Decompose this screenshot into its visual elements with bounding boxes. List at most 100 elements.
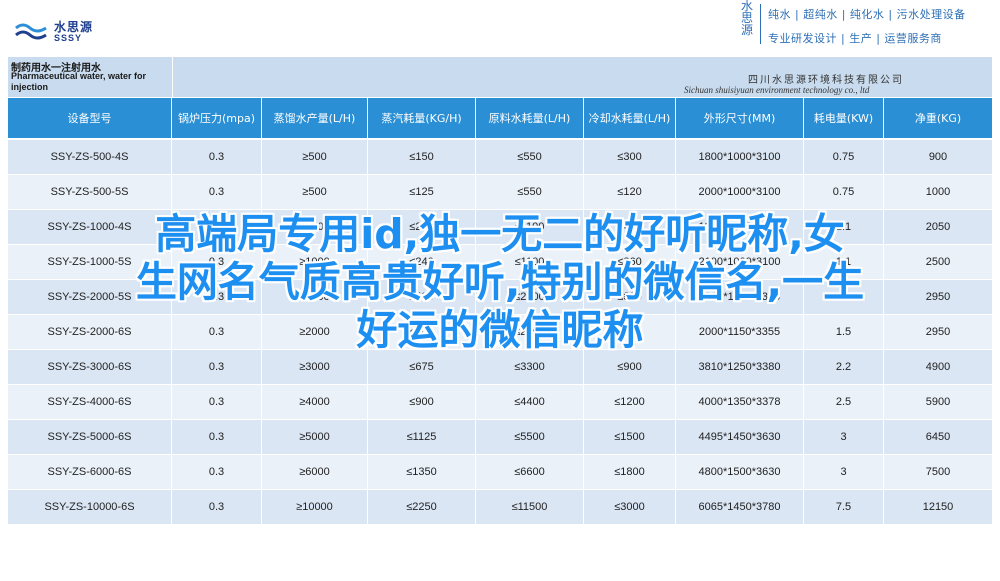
table-cell: 0.3 [172, 455, 262, 489]
table-cell: ≤3000 [584, 490, 676, 524]
table-cell: 0.75 [804, 175, 884, 209]
table-row: SSY-ZS-2000-6S 0.3 ≥2000 ≤400 ≤2200 ≤600 2000*… [8, 315, 992, 350]
table-body: SSY-ZS-500-4S 0.3 ≥500 ≤150 ≤550 ≤300 1800*100… [8, 140, 992, 525]
table-cell: ≤120 [584, 175, 676, 209]
table-cell: ≥2000 [262, 315, 368, 349]
table-cell: SSY-ZS-1000-5S [8, 245, 172, 279]
table-cell: SSY-ZS-6000-6S [8, 455, 172, 489]
table-cell: 2950 [925, 326, 951, 338]
column-header: 净重(KG) [914, 112, 962, 125]
column-header: 冷却水耗量(L/H) [584, 98, 676, 138]
table-cell: ≤360 [584, 245, 676, 279]
table-cell: 1.1 [804, 245, 884, 279]
column-header: 设备型号 [8, 98, 172, 138]
table-cell: ≤1200 [584, 385, 676, 419]
document-header: 制药用水一注射用水 Pharmaceutical water, water fo… [8, 57, 992, 97]
table-cell: 2.2 [804, 350, 884, 384]
column-header: 耗电量(KW) [804, 98, 884, 138]
slogan-line-1: 纯水 | 超纯水 | 纯化水 | 污水处理设备 [768, 8, 966, 21]
table-cell: 0.3 [172, 350, 262, 384]
table-cell: SSY-ZS-1000-4S [8, 210, 172, 244]
table-cell: SSY-ZS-4000-6S [8, 385, 172, 419]
table-cell: ≤1500 [584, 420, 676, 454]
table-cell: SSY-ZS-500-4S [8, 140, 172, 174]
table-cell: SSY-ZS-5000-6S [8, 420, 172, 454]
table-cell: 0.3 [172, 140, 262, 174]
table-cell: 0.3 [172, 315, 262, 349]
table-row: SSY-ZS-2000-5S 0.3 ≥2000 ≤480 ≤2200 ≤800 2000*… [8, 280, 992, 315]
table-cell: ≤300 [584, 140, 676, 174]
table-cell: 2000*1150*3355 [676, 315, 804, 349]
table-cell: 1.5 [804, 280, 884, 314]
table-cell: ≤5500 [476, 420, 584, 454]
table-cell: 1.5 [804, 315, 884, 349]
company-logo[interactable]: 水思源 SSSY [14, 18, 124, 46]
spec-table: 设备型号 锅炉压力(mpa) 蒸馏水产量(L/H) 蒸汽耗量(KG/H) 原料水… [8, 98, 992, 525]
table-cell: 3 [804, 455, 884, 489]
table-row: SSY-ZS-1000-5S 0.3 ≥1000 ≤240 ≤1100 ≤360 2100*… [8, 245, 992, 280]
table-cell: 2000*1000*3100 [676, 175, 804, 209]
table-row: SSY-ZS-4000-6S 0.3 ≥4000 ≤900 ≤4400 ≤1200 4000… [8, 385, 992, 420]
table-cell: 900 [928, 151, 948, 163]
table-cell: ≥500 [262, 140, 368, 174]
document-title: 制药用水一注射用水 Pharmaceutical water, water fo… [8, 57, 173, 97]
table-row: SSY-ZS-10000-6S 0.3 ≥10000 ≤2250 ≤11500 ≤3000… [8, 490, 992, 525]
table-cell: 1900*1000*3100 [676, 210, 804, 244]
table-cell: SSY-ZS-2000-6S [8, 315, 172, 349]
table-cell: 4000*1350*3378 [676, 385, 804, 419]
table-cell: ≤3300 [476, 350, 584, 384]
table-cell: ≥3000 [262, 350, 368, 384]
column-header: 锅炉压力(mpa) [172, 98, 262, 138]
table-cell: ≤900 [584, 350, 676, 384]
table-cell: 12150 [922, 501, 954, 513]
column-header: 外形尺寸(MM) [676, 98, 804, 138]
logo-text-en: SSSY [54, 33, 83, 43]
table-header-row: 设备型号 锅炉压力(mpa) 蒸馏水产量(L/H) 蒸汽耗量(KG/H) 原料水… [8, 98, 992, 140]
table-cell: 1.1 [804, 210, 884, 244]
table-cell: ≤2200 [476, 315, 584, 349]
table-cell: ≥4000 [262, 385, 368, 419]
table-cell: 7.5 [804, 490, 884, 524]
column-header: 蒸汽耗量(KG/H) [368, 98, 476, 138]
table-cell: ≤800 [584, 280, 676, 314]
table-cell: ≥10000 [262, 490, 368, 524]
table-cell: ≥6000 [262, 455, 368, 489]
table-cell: ≤675 [368, 350, 476, 384]
table-cell: 2950 [925, 291, 951, 303]
table-cell: ≤1350 [368, 455, 476, 489]
table-cell: 1800*1000*3100 [676, 140, 804, 174]
table-cell: ≤450 [584, 210, 676, 244]
company-name-cn: 四川水思源环境科技有限公司 [748, 75, 904, 86]
table-cell: ≤1125 [368, 420, 476, 454]
table-cell: 2100*1000*3100 [676, 245, 804, 279]
table-row: SSY-ZS-5000-6S 0.3 ≥5000 ≤1125 ≤5500 ≤1500 449… [8, 420, 992, 455]
table-cell: 6065*1450*3780 [676, 490, 804, 524]
table-cell: ≤400 [368, 315, 476, 349]
table-row: SSY-ZS-500-4S 0.3 ≥500 ≤150 ≤550 ≤300 1800*100… [8, 140, 992, 175]
table-cell: ≤2250 [368, 490, 476, 524]
table-cell: ≥2000 [262, 280, 368, 314]
table-cell: ≥1000 [262, 245, 368, 279]
table-cell: 4495*1450*3630 [676, 420, 804, 454]
company-name-en: Sichuan shuisiyuan environment technolog… [684, 85, 870, 95]
table-row: SSY-ZS-6000-6S 0.3 ≥6000 ≤1350 ≤6600 ≤1800 480… [8, 455, 992, 490]
table-cell: ≤900 [368, 385, 476, 419]
table-cell: ≤550 [476, 175, 584, 209]
top-banner: 水思源 SSSY 水思源 纯水 | 超纯水 | 纯化水 | 污水处理设备 专业研… [0, 0, 1000, 55]
table-cell: 0.3 [172, 245, 262, 279]
table-cell: SSY-ZS-2000-5S [8, 280, 172, 314]
table-cell: ≤240 [368, 245, 476, 279]
table-cell: 2500 [925, 256, 951, 268]
table-cell: ≥500 [262, 175, 368, 209]
table-cell: ≥5000 [262, 420, 368, 454]
table-cell: ≤550 [476, 140, 584, 174]
table-cell: ≤480 [368, 280, 476, 314]
table-row: SSY-ZS-1000-4S 0.3 ≥1000 ≤250 ≤1100 ≤450 1900*… [8, 210, 992, 245]
table-cell: 3810*1250*3380 [676, 350, 804, 384]
table-cell: 1000 [925, 186, 951, 198]
table-cell: ≤11500 [476, 490, 584, 524]
column-header: 原料水耗量(L/H) [476, 98, 584, 138]
table-cell: 7500 [925, 466, 951, 478]
table-cell: 5900 [925, 396, 951, 408]
table-cell: ≤1100 [476, 210, 584, 244]
